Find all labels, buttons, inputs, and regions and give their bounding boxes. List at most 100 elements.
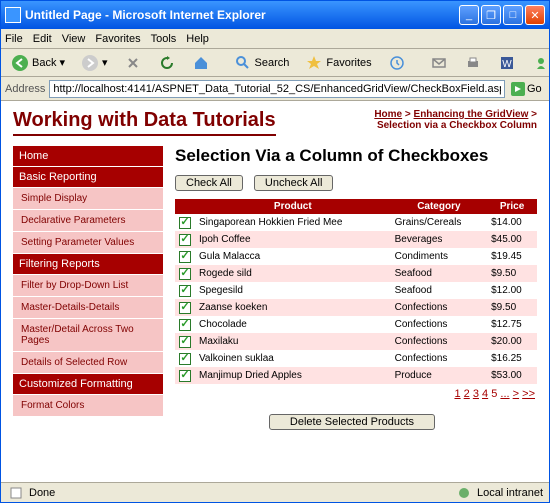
table-row: MaxilakuConfections$20.00 (175, 333, 537, 350)
dropdown-icon: ▾ (102, 56, 108, 69)
page-link[interactable]: 3 (473, 388, 479, 400)
cell-product: Manjimup Dried Apples (195, 367, 391, 384)
history-button[interactable] (382, 51, 412, 75)
go-button[interactable]: Go (509, 80, 545, 98)
row-checkbox[interactable] (179, 268, 191, 280)
sidebar-item-home[interactable]: Home (13, 146, 163, 167)
sidebar-item-simple-display[interactable]: Simple Display (13, 188, 163, 210)
sidebar-item-master-details-details[interactable]: Master-Details-Details (13, 297, 163, 319)
mail-button[interactable] (424, 51, 454, 75)
star-icon (305, 54, 323, 72)
menu-favorites[interactable]: Favorites (95, 33, 140, 45)
menu-tools[interactable]: Tools (151, 33, 177, 45)
go-icon (509, 80, 527, 98)
maximize-button[interactable]: □ (503, 5, 523, 25)
menubar: File Edit View Favorites Tools Help (1, 29, 549, 49)
page-next[interactable]: > (513, 388, 519, 400)
check-all-button[interactable]: Check All (175, 175, 243, 191)
table-row: Rogede sildSeafood$9.50 (175, 265, 537, 282)
cell-price: $9.50 (487, 265, 537, 282)
page-link[interactable]: 2 (464, 388, 470, 400)
messenger-button[interactable] (526, 51, 550, 75)
cell-category: Seafood (391, 282, 488, 299)
row-checkbox[interactable] (179, 285, 191, 297)
page-link[interactable]: 1 (454, 388, 460, 400)
sidebar-item-details-selected-row[interactable]: Details of Selected Row (13, 352, 163, 374)
status-zone: Local intranet (477, 487, 543, 499)
breadcrumb-enhancing[interactable]: Enhancing the GridView (414, 109, 529, 120)
cell-category: Confections (391, 350, 488, 367)
row-checkbox[interactable] (179, 251, 191, 263)
refresh-button[interactable] (152, 51, 182, 75)
row-checkbox[interactable] (179, 302, 191, 314)
messenger-icon (532, 54, 550, 72)
forward-button[interactable]: ▾ (75, 51, 114, 75)
delete-selected-button[interactable]: Delete Selected Products (269, 414, 435, 430)
cell-product: Rogede sild (195, 265, 391, 282)
page-last[interactable]: >> (522, 388, 535, 400)
breadcrumb-home[interactable]: Home (374, 109, 402, 120)
cell-price: $14.00 (487, 214, 537, 231)
uncheck-all-button[interactable]: Uncheck All (254, 175, 333, 191)
page-more[interactable]: ... (500, 388, 509, 400)
sidebar-item-format-colors[interactable]: Format Colors (13, 395, 163, 417)
edit-button[interactable]: W (492, 51, 522, 75)
close-button[interactable]: ✕ (525, 5, 545, 25)
back-icon (11, 54, 29, 72)
row-checkbox[interactable] (179, 319, 191, 331)
titlebar: Untitled Page - Microsoft Internet Explo… (1, 1, 549, 29)
ie-icon (5, 7, 21, 23)
address-input[interactable] (49, 80, 505, 98)
cell-price: $9.50 (487, 299, 537, 316)
cell-product: Ipoh Coffee (195, 231, 391, 248)
favorites-button[interactable]: Favorites (299, 51, 377, 75)
search-button[interactable]: Search (228, 51, 296, 75)
sidebar-item-declarative-parameters[interactable]: Declarative Parameters (13, 210, 163, 232)
col-product: Product (195, 199, 391, 214)
menu-view[interactable]: View (62, 33, 86, 45)
cell-category: Condiments (391, 248, 488, 265)
window-title: Untitled Page - Microsoft Internet Explo… (25, 8, 459, 22)
row-checkbox[interactable] (179, 336, 191, 348)
menu-file[interactable]: File (5, 33, 23, 45)
home-button[interactable] (186, 51, 216, 75)
cell-price: $16.25 (487, 350, 537, 367)
menu-help[interactable]: Help (186, 33, 209, 45)
sidebar-item-setting-parameter-values[interactable]: Setting Parameter Values (13, 232, 163, 254)
history-icon (388, 54, 406, 72)
done-icon (7, 484, 25, 502)
page-heading: Working with Data Tutorials (13, 109, 276, 136)
restore-button[interactable]: ❐ (481, 5, 501, 25)
page-content: Working with Data Tutorials Home > Enhan… (1, 101, 549, 482)
cell-product: Chocolade (195, 316, 391, 333)
row-checkbox[interactable] (179, 217, 191, 229)
table-row: Zaanse koekenConfections$9.50 (175, 299, 537, 316)
sidebar-cat-customized-formatting[interactable]: Customized Formatting (13, 374, 163, 395)
sidebar-item-filter-dropdown[interactable]: Filter by Drop-Down List (13, 275, 163, 297)
back-button[interactable]: Back ▾ (5, 51, 71, 75)
row-checkbox[interactable] (179, 234, 191, 246)
cell-category: Produce (391, 367, 488, 384)
cell-product: Maxilaku (195, 333, 391, 350)
print-button[interactable] (458, 51, 488, 75)
sidebar-cat-basic-reporting[interactable]: Basic Reporting (13, 167, 163, 188)
cell-product: Singaporean Hokkien Fried Mee (195, 214, 391, 231)
cell-price: $53.00 (487, 367, 537, 384)
forward-icon (81, 54, 99, 72)
page-link[interactable]: 4 (482, 388, 488, 400)
sidebar-cat-filtering-reports[interactable]: Filtering Reports (13, 254, 163, 275)
breadcrumb-current: Selection via a Checkbox Column (377, 120, 537, 131)
minimize-button[interactable]: _ (459, 5, 479, 25)
row-checkbox[interactable] (179, 370, 191, 382)
menu-edit[interactable]: Edit (33, 33, 52, 45)
stop-button[interactable] (118, 51, 148, 75)
sidebar-item-master-detail-two-pages[interactable]: Master/Detail Across Two Pages (13, 319, 163, 352)
svg-text:W: W (502, 59, 512, 70)
cell-product: Gula Malacca (195, 248, 391, 265)
window-controls: _ ❐ □ ✕ (459, 5, 545, 25)
zone-icon (455, 484, 473, 502)
cell-category: Seafood (391, 265, 488, 282)
row-checkbox[interactable] (179, 353, 191, 365)
table-row: ChocoladeConfections$12.75 (175, 316, 537, 333)
home-icon (192, 54, 210, 72)
